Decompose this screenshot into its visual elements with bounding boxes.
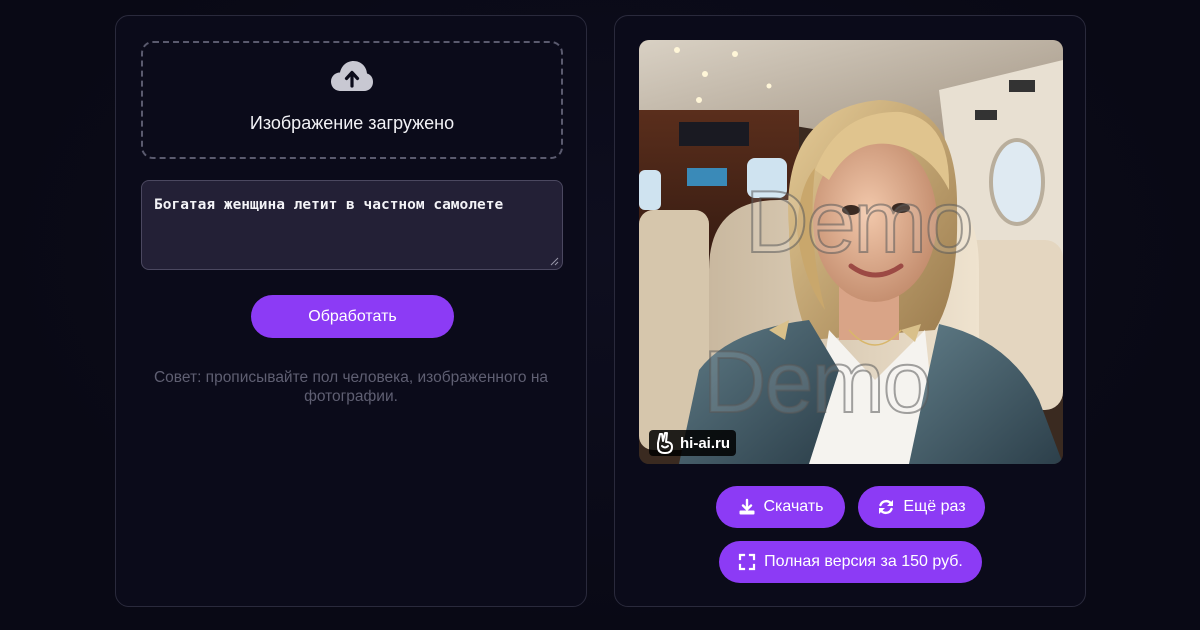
result-image: Demo Demo hi-ai.ru <box>639 40 1063 464</box>
retry-button[interactable]: Ещё раз <box>858 486 985 528</box>
resize-grip-icon[interactable] <box>549 256 559 266</box>
download-button-label: Скачать <box>763 498 824 515</box>
process-button[interactable]: Обработать <box>251 295 454 338</box>
download-icon <box>739 498 754 515</box>
site-badge: hi-ai.ru <box>649 430 737 456</box>
full-version-button[interactable]: Полная версия за 150 руб. <box>719 541 982 583</box>
site-label: hi-ai.ru <box>680 434 731 452</box>
victory-hand-icon <box>657 432 673 454</box>
full-version-button-label: Полная версия за 150 руб. <box>764 553 963 570</box>
result-photo <box>639 40 1063 464</box>
refresh-icon <box>879 499 894 515</box>
expand-icon <box>739 553 756 571</box>
prompt-input[interactable]: Богатая женщина летит в частном самолете <box>141 180 563 270</box>
upload-status-text: Изображение загружено <box>249 113 455 133</box>
tip-text: Совет: прописывайте пол человека, изобра… <box>153 369 549 405</box>
image-upload-zone[interactable]: Изображение загружено <box>141 41 563 159</box>
input-panel: Изображение загружено Богатая женщина ле… <box>115 15 587 607</box>
retry-button-label: Ещё раз <box>903 498 966 515</box>
page: Изображение загружено Богатая женщина ле… <box>0 0 1200 630</box>
prompt-text: Богатая женщина летит в частном самолете <box>154 197 504 213</box>
result-panel: Demo Demo hi-ai.ru Скачать <box>614 15 1086 607</box>
cloud-upload-icon <box>331 61 373 91</box>
download-button[interactable]: Скачать <box>716 486 845 528</box>
